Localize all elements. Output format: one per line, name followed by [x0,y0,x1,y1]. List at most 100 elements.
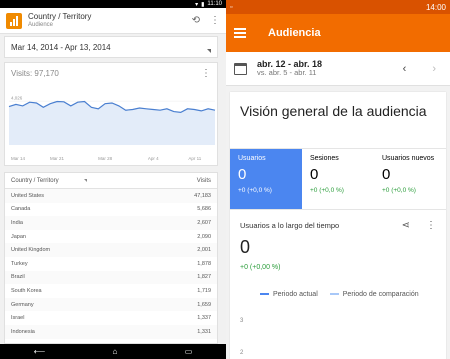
x-tick-label: Mar 21 [50,156,65,161]
y-tick-label: 4,026 [11,96,23,101]
col-country-header[interactable]: Country / Territory [11,178,59,184]
users-over-time-delta: +0 (+0,00 %) [240,264,281,271]
metrics-row: Usuarios 0 +0 (+0,0 %) Sesiones 0 +0 (+0… [230,148,446,210]
date-range-text: Mar 14, 2014 - Apr 13, 2014 [11,42,111,52]
overview-title: Visión general de la audiencia [240,103,427,119]
country-cell: Israel [11,315,25,322]
status-time: 14:00 [425,2,446,12]
users-over-time-value: 0 [240,237,251,257]
table-row[interactable]: South Korea 1,719 [5,284,217,298]
menu-icon[interactable] [234,28,246,38]
legend-compare-label: Periodo de comparación [342,291,419,298]
date-range-bar: abr. 12 - abr. 18 vs. abr. 5 - abr. 11 ‹… [226,52,450,86]
table-row[interactable]: Indonesia 1,331 [5,324,217,339]
report-title: Country / Territory [28,12,92,21]
users-over-time-header: Usuarios a lo largo del tiempo ⋖ ⋮ [230,210,446,231]
country-cell: Indonesia [11,328,35,335]
table-header: Country / Territory Visits [5,173,217,189]
x-tick-label: Mar 28 [98,156,113,161]
dropdown-triangle-icon [207,49,211,53]
visits-cell: 2,607 [197,219,211,226]
metric-sessions[interactable]: Sesiones 0 +0 (+0,0 %) [302,149,374,209]
home-icon[interactable]: ⌂ [113,347,118,356]
metric-label: Sesiones [310,155,339,162]
status-bar: ▾ ▮ 11:10 [0,0,226,8]
country-cell: India [11,219,23,226]
legend-compare-swatch [329,293,339,296]
previous-range-icon[interactable]: ‹ [403,63,407,75]
segment-icon[interactable]: ⟲ [192,15,200,26]
recents-icon[interactable]: ▭ [185,347,193,356]
visits-cell: 1,878 [197,260,211,267]
status-time: 11:10 [207,1,222,7]
metric-delta: +0 (+0,0 %) [382,187,416,194]
metric-delta: +0 (+0,0 %) [310,187,344,194]
visits-line-chart: 4,0262,116Mar 14Mar 21Mar 28Apr 4Apr 11 [8,96,216,161]
visits-cell: 1,827 [197,274,211,281]
date-range[interactable]: abr. 12 - abr. 18 vs. abr. 5 - abr. 11 [257,59,322,78]
metric-value: 0 [238,166,247,183]
visits-cell: 1,659 [197,301,211,308]
legend-current-label: Periodo actual [273,291,318,298]
y-axis-label: 3 [240,318,244,324]
notification-icon: ▫ [230,3,233,11]
chart-legend: Periodo actual Periodo de comparación [230,271,446,298]
nav-bar: ⟵ ⌂ ▭ [0,344,226,359]
country-cell: South Korea [11,287,42,294]
compare-range: vs. abr. 5 - abr. 11 [257,68,317,78]
country-cell: Canada [11,206,31,213]
x-tick-label: Mar 14 [11,156,26,161]
visits-cell: 1,337 [197,315,211,322]
visits-cell: 1,719 [197,287,211,294]
table-row[interactable]: Germany 1,659 [5,297,217,312]
legend-current: Periodo actual [260,291,318,298]
calendar-icon[interactable] [234,62,247,75]
table-row[interactable]: Brazil 1,827 [5,270,217,285]
report-subtitle: Audience [28,22,54,28]
visits-area [9,101,215,145]
metric-delta: +0 (+0,0 %) [238,187,272,194]
metric-new-users[interactable]: Usuarios nuevos 0 +0 (+0,0 %) [374,149,446,209]
metric-value: 0 [310,166,319,183]
overflow-menu-icon[interactable]: ⋮ [426,220,436,231]
audience-overview-card: Visión general de la audiencia Usuarios … [230,92,446,359]
metric-label: Usuarios nuevos [382,155,435,162]
y-axis-label: 2 [240,350,244,356]
battery-icon: ▮ [201,1,205,8]
table-row[interactable]: Japan 2,090 [5,230,217,244]
table-row[interactable]: Israel 1,337 [5,311,217,325]
country-cell: Japan [11,233,26,240]
analytics-logo-icon[interactable] [6,12,22,29]
country-cell: Brazil [11,274,25,281]
visits-label: Visits: 97,170 [11,68,59,78]
sort-triangle-icon[interactable] [83,179,87,182]
visits-cell: 5,686 [197,206,211,213]
country-cell: Germany [11,301,34,308]
back-icon[interactable]: ⟵ [34,347,45,356]
metric-users[interactable]: Usuarios 0 +0 (+0,0 %) [230,149,302,209]
x-tick-label: Apr 11 [188,156,201,161]
chart-menu-icon[interactable]: ⋮ [201,68,211,79]
page-title: Audiencia [268,27,321,39]
col-visits-header[interactable]: Visits [167,178,211,184]
country-cell: Turkey [11,260,28,267]
left-phone-screen: ▾ ▮ 11:10 Country / Territory Audience ⟲… [0,0,226,359]
table-row[interactable]: United States 47,183 [5,189,217,203]
table-row[interactable]: Turkey 1,878 [5,257,217,271]
next-range-icon[interactable]: › [432,63,436,75]
app-bar: Audiencia [226,14,450,52]
country-table: Country / Territory Visits United States… [4,172,218,344]
share-icon[interactable]: ⋖ [402,220,410,231]
legend-compare: Periodo de comparación [329,291,419,298]
table-row[interactable]: United Kingdom 2,001 [5,243,217,257]
users-over-time-title: Usuarios a lo largo del tiempo [240,221,340,230]
metric-label: Usuarios [238,155,266,162]
overflow-menu-icon[interactable]: ⋮ [210,15,220,26]
table-row[interactable]: India 2,607 [5,216,217,230]
metric-value: 0 [382,166,391,183]
date-range-selector[interactable]: Mar 14, 2014 - Apr 13, 2014 [4,36,218,58]
visits-cell: 47,183 [194,192,211,199]
visits-cell: 2,090 [197,233,211,240]
country-cell: United States [11,192,45,199]
table-row[interactable]: Canada 5,686 [5,203,217,217]
